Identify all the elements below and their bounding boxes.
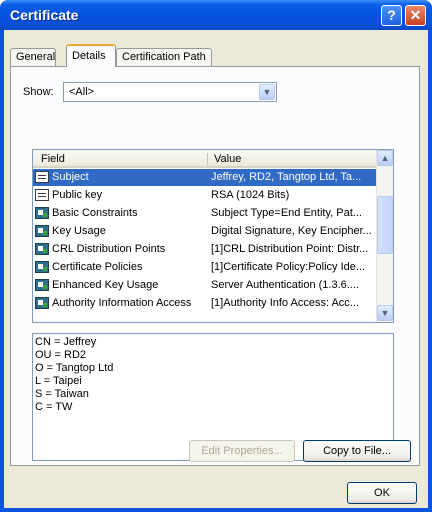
extension-icon bbox=[35, 261, 49, 273]
chevron-down-icon[interactable]: ▼ bbox=[259, 84, 275, 100]
certificate-dialog: Certificate ? ✕ General Details Certific… bbox=[0, 0, 432, 512]
list-row-enhanced-key-usage[interactable]: Enhanced Key Usage Server Authentication… bbox=[33, 277, 376, 294]
close-button[interactable]: ✕ bbox=[405, 5, 426, 26]
detail-line: S = Taiwan bbox=[35, 388, 89, 400]
row-value: [1]Authority Info Access: Acc... bbox=[211, 297, 359, 309]
help-icon: ? bbox=[387, 7, 396, 23]
edit-properties-button[interactable]: Edit Properties... bbox=[189, 440, 295, 462]
scroll-up-button[interactable]: ▲ bbox=[377, 150, 393, 166]
detail-line: O = Tangtop Ltd bbox=[35, 362, 114, 374]
list-row-public-key[interactable]: Public key RSA (1024 Bits) bbox=[33, 187, 376, 204]
help-button[interactable]: ? bbox=[381, 5, 402, 26]
row-value: Subject Type=End Entity, Pat... bbox=[211, 207, 362, 219]
extension-icon bbox=[35, 207, 49, 219]
extension-icon bbox=[35, 279, 49, 291]
list-row-crl-distribution-points[interactable]: CRL Distribution Points [1]CRL Distribut… bbox=[33, 241, 376, 258]
close-icon: ✕ bbox=[409, 7, 422, 23]
fields-listview[interactable]: Field Value Subject Jeffrey, RD2, Tangto… bbox=[32, 149, 394, 323]
row-field: Enhanced Key Usage bbox=[52, 279, 159, 291]
dialog-client: General Details Certification Path Show:… bbox=[4, 30, 428, 508]
column-header-field[interactable]: Field bbox=[41, 153, 65, 165]
chevron-down-icon: ▼ bbox=[380, 308, 390, 318]
list-row-key-usage[interactable]: Key Usage Digital Signature, Key Enciphe… bbox=[33, 223, 376, 240]
scroll-down-button[interactable]: ▼ bbox=[377, 305, 393, 321]
show-dropdown[interactable]: <All> ▼ bbox=[63, 82, 277, 102]
window-title: Certificate bbox=[10, 7, 79, 23]
list-row-subject[interactable]: Subject Jeffrey, RD2, Tangtop Ltd, Ta... bbox=[33, 169, 376, 186]
detail-line: C = TW bbox=[35, 401, 73, 413]
tab-general[interactable]: General bbox=[10, 48, 56, 66]
row-field: Public key bbox=[52, 189, 103, 201]
ok-button[interactable]: OK bbox=[347, 482, 417, 504]
plain-field-icon bbox=[35, 189, 49, 201]
row-field: Basic Constraints bbox=[52, 207, 138, 219]
show-label: Show: bbox=[23, 86, 54, 98]
chevron-up-icon: ▲ bbox=[380, 153, 390, 163]
row-field: CRL Distribution Points bbox=[52, 243, 166, 255]
button-label: OK bbox=[374, 487, 390, 499]
extension-icon bbox=[35, 225, 49, 237]
list-row-authority-information-access[interactable]: Authority Information Access [1]Authorit… bbox=[33, 295, 376, 312]
tab-label: Details bbox=[72, 50, 106, 62]
row-value: [1]Certificate Policy:Policy Ide... bbox=[211, 261, 366, 273]
tab-label: Certification Path bbox=[122, 51, 206, 63]
extension-icon bbox=[35, 297, 49, 309]
row-field: Key Usage bbox=[52, 225, 106, 237]
detail-line: L = Taipei bbox=[35, 375, 82, 387]
tab-details[interactable]: Details bbox=[66, 44, 116, 67]
column-header-value[interactable]: Value bbox=[214, 153, 241, 165]
button-label: Edit Properties... bbox=[201, 445, 283, 457]
row-field: Subject bbox=[52, 171, 89, 183]
plain-field-icon bbox=[35, 171, 49, 183]
list-row-certificate-policies[interactable]: Certificate Policies [1]Certificate Poli… bbox=[33, 259, 376, 276]
row-field: Certificate Policies bbox=[52, 261, 143, 273]
scroll-thumb[interactable] bbox=[377, 196, 393, 254]
row-value: Jeffrey, RD2, Tangtop Ltd, Ta... bbox=[211, 171, 362, 183]
row-value: Digital Signature, Key Encipher... bbox=[211, 225, 372, 237]
detail-line: CN = Jeffrey bbox=[35, 336, 97, 348]
row-field: Authority Information Access bbox=[52, 297, 192, 309]
detail-line: OU = RD2 bbox=[35, 349, 87, 361]
tab-label: General bbox=[16, 51, 56, 63]
row-value: [1]CRL Distribution Point: Distr... bbox=[211, 243, 369, 255]
tab-certification-path[interactable]: Certification Path bbox=[116, 48, 212, 66]
copy-to-file-button[interactable]: Copy to File... bbox=[303, 440, 411, 462]
list-row-basic-constraints[interactable]: Basic Constraints Subject Type=End Entit… bbox=[33, 205, 376, 222]
list-header: Field Value bbox=[33, 150, 376, 168]
show-dropdown-value: <All> bbox=[69, 86, 95, 98]
extension-icon bbox=[35, 243, 49, 255]
button-label: Copy to File... bbox=[323, 445, 391, 457]
row-value: Server Authentication (1.3.6.... bbox=[211, 279, 359, 291]
column-divider[interactable] bbox=[207, 153, 208, 165]
vertical-scrollbar[interactable]: ▲ ▼ bbox=[376, 150, 393, 322]
title-bar[interactable]: Certificate ? ✕ bbox=[0, 0, 432, 30]
details-panel: Show: <All> ▼ Field Value Subject Jeffre… bbox=[10, 66, 420, 466]
row-value: RSA (1024 Bits) bbox=[211, 189, 290, 201]
